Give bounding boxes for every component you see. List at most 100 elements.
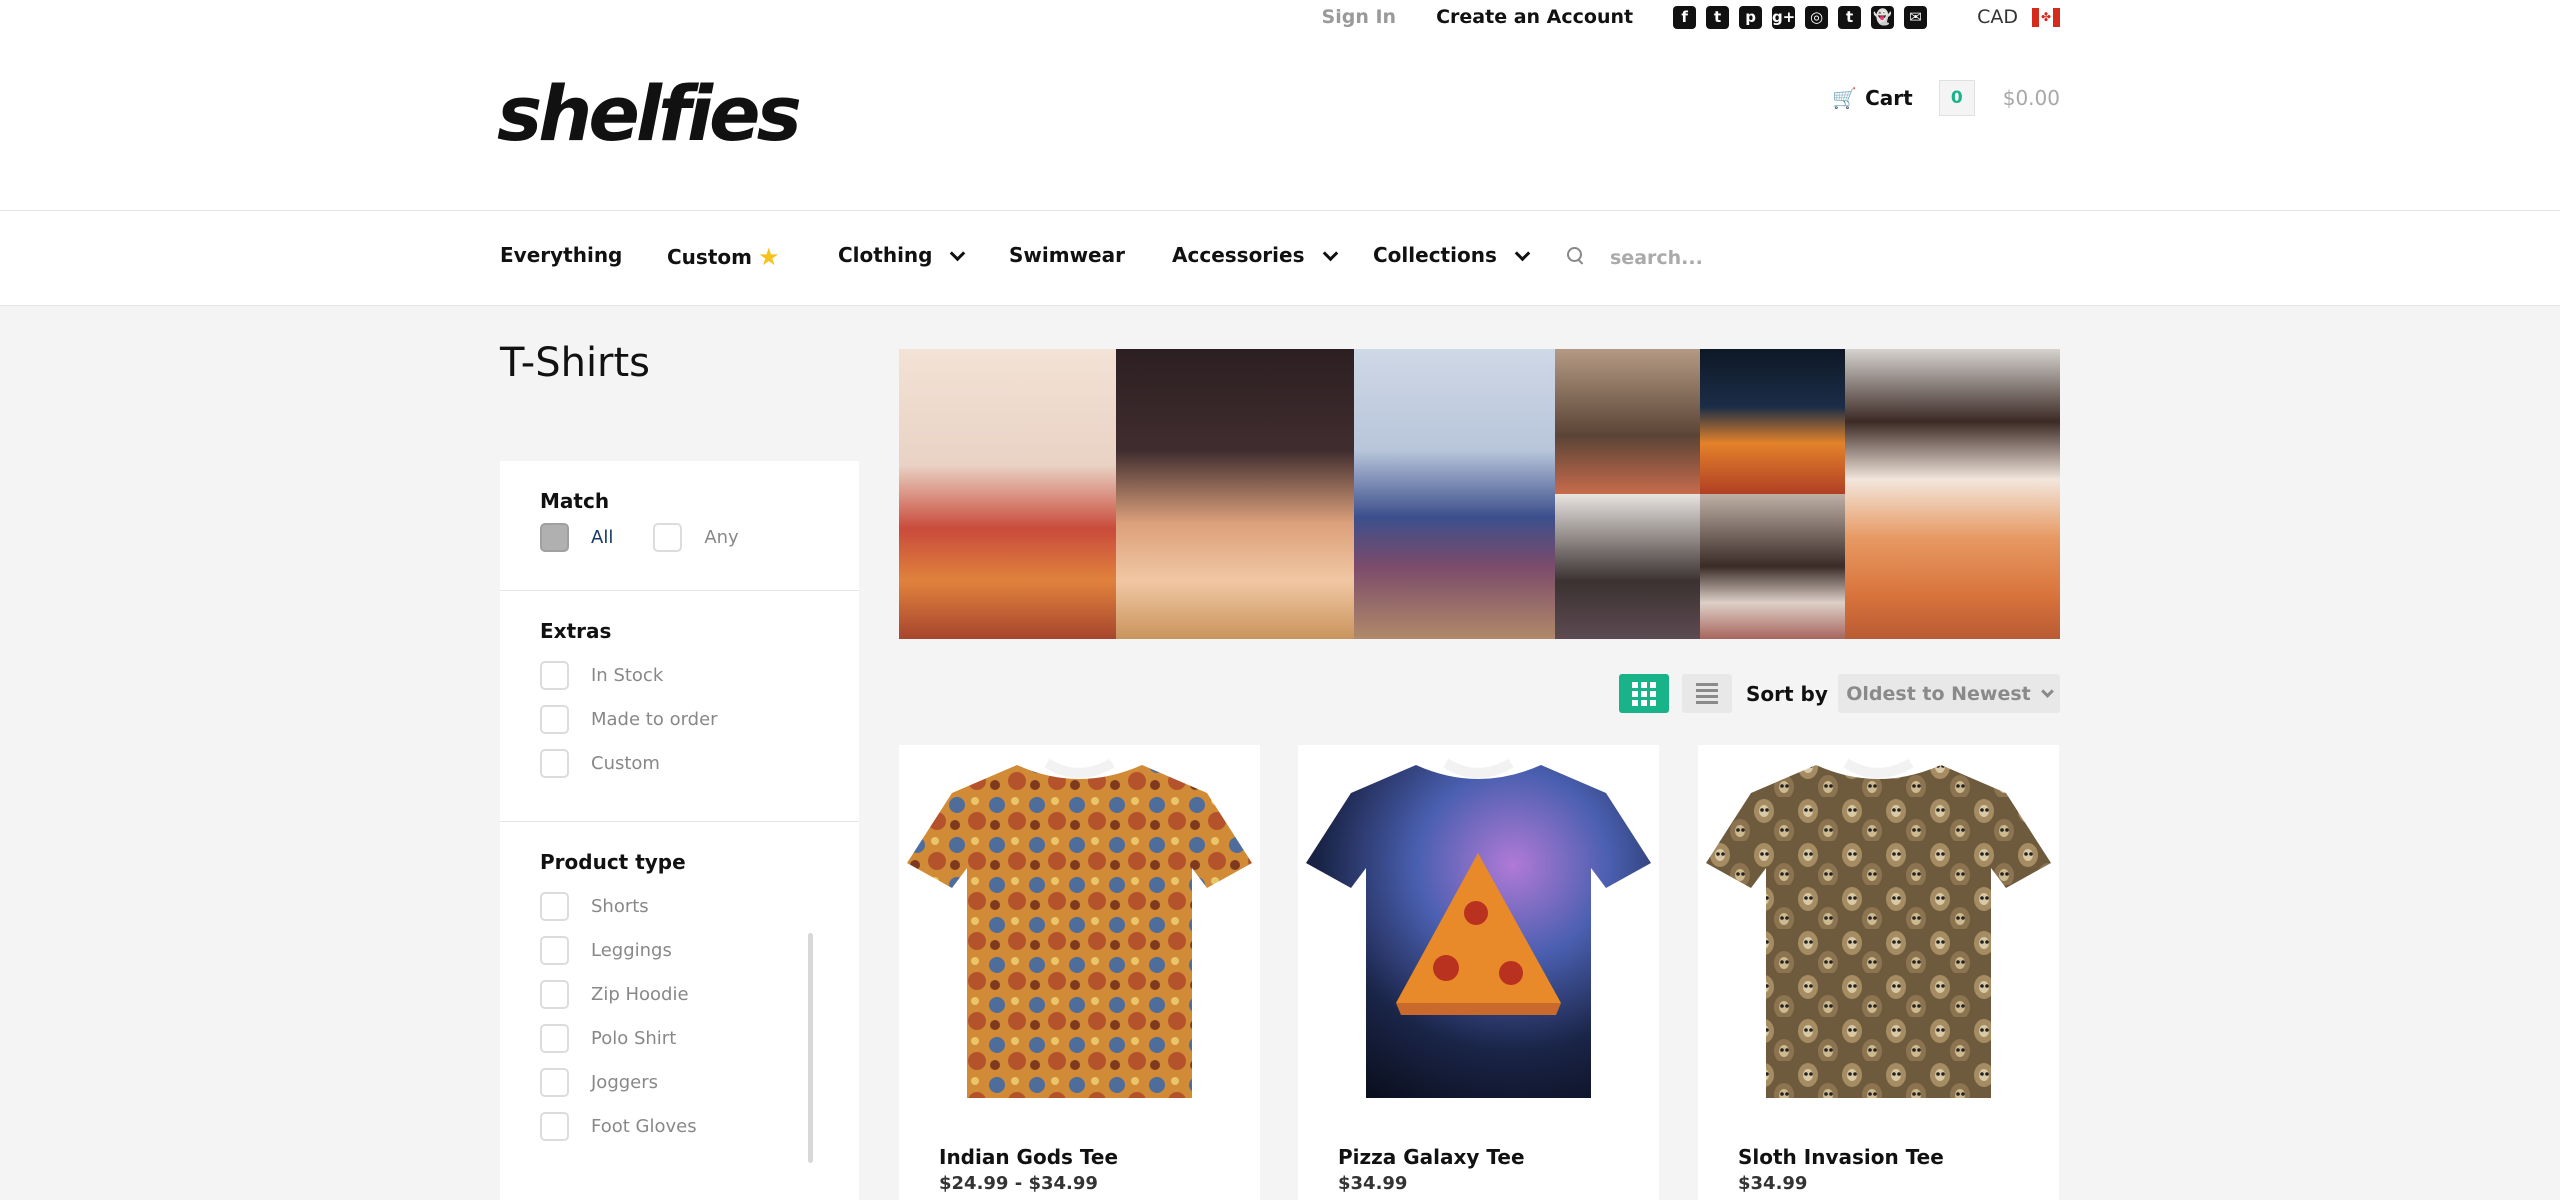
tumblr-icon[interactable]: t [1838,5,1862,29]
product-name[interactable]: Sloth Invasion Tee [1738,1145,1944,1169]
match-any-option[interactable]: Any [653,523,739,552]
match-all-option[interactable]: All [540,523,613,552]
product-image[interactable] [907,753,1252,1098]
filter-title: Extras [540,619,612,643]
cart-icon[interactable]: 🛒 [1832,86,1857,110]
nav-label: Clothing [838,243,933,267]
sort-label: Sort by [1746,682,1828,706]
site-logo[interactable]: shelfies [497,76,802,152]
filter-option-custom[interactable]: Custom [540,741,819,785]
checkbox[interactable] [540,1023,569,1053]
nav-everything[interactable]: Everything [500,243,622,267]
email-icon[interactable]: ✉ [1904,5,1928,29]
banner-photo [1700,349,1845,494]
chevron-down-icon [1514,245,1531,261]
banner-photo-grid [1555,349,1845,639]
checkbox[interactable] [653,523,683,552]
banner-photo [1845,349,2060,639]
nav-label: Swimwear [1009,243,1125,267]
filter-option-foot-gloves[interactable]: Foot Gloves [540,1104,819,1148]
search-icon[interactable] [1567,247,1585,265]
sign-in-link[interactable]: Sign In [1322,6,1397,28]
sort-select[interactable]: Oldest to Newest [1838,674,2060,713]
product-price: $34.99 [1738,1173,1808,1194]
cart-widget[interactable]: 🛒 Cart 0 $0.00 [1832,80,2060,116]
nav-label: Custom [667,245,752,269]
checkbox[interactable] [540,979,569,1009]
banner-photo [1354,349,1555,639]
checkbox[interactable] [540,1111,569,1141]
product-name[interactable]: Indian Gods Tee [939,1145,1118,1169]
product-card[interactable]: Sloth Invasion Tee $34.99 [1698,745,2059,1200]
google-plus-icon[interactable]: g+ [1772,5,1795,29]
product-name[interactable]: Pizza Galaxy Tee [1338,1145,1525,1169]
option-label: All [591,527,614,548]
banner-photo [1555,494,1700,639]
filter-option-leggings[interactable]: Leggings [540,928,819,972]
filter-option-joggers[interactable]: Joggers [540,1060,819,1104]
filter-option-in-stock[interactable]: In Stock [540,653,819,697]
option-label: Joggers [591,1071,659,1093]
option-label: Zip Hoodie [591,983,689,1005]
filter-scrollbar[interactable] [808,933,813,1163]
option-label: Made to order [591,708,718,730]
facebook-icon[interactable]: f [1673,5,1697,29]
currency-selector[interactable]: CAD [1977,6,2018,28]
option-label: Foot Gloves [591,1115,697,1137]
option-label: Leggings [591,939,672,961]
nav-swimwear[interactable]: Swimwear [1009,243,1125,267]
option-label: Shorts [591,895,649,917]
checkbox[interactable] [540,891,569,921]
product-price: $24.99 - $34.99 [939,1173,1098,1194]
create-account-link[interactable]: Create an Account [1436,6,1633,28]
nav-clothing[interactable]: Clothing [838,243,966,267]
filter-option-zip-hoodie[interactable]: Zip Hoodie [540,972,819,1016]
page-title: T-Shirts [500,340,651,386]
option-label: Custom [591,752,660,774]
nav-accessories[interactable]: Accessories [1172,243,1338,267]
product-card[interactable]: Pizza Galaxy Tee $34.99 [1298,745,1659,1200]
checkbox[interactable] [540,935,569,965]
main-nav: Everything Custom ★ Clothing Swimwear Acc… [0,211,2560,306]
site-header: Sign In Create an Account f t p g+ ◎ t 👻… [0,0,2560,211]
product-price: $34.99 [1338,1173,1408,1194]
canada-flag-icon[interactable]: ✤ [2032,7,2060,27]
grid-view-button[interactable] [1619,674,1669,713]
checkbox[interactable] [540,523,569,552]
banner-photo [1116,349,1354,639]
sort-value: Oldest to Newest [1846,682,2031,705]
filter-option-shorts[interactable]: Shorts [540,884,819,928]
product-image[interactable] [1306,753,1651,1098]
cart-label[interactable]: Cart [1865,86,1913,110]
option-label: Any [704,527,739,548]
twitter-icon[interactable]: t [1706,5,1730,29]
star-icon: ★ [757,243,780,271]
filter-option-polo-shirt[interactable]: Polo Shirt [540,1016,819,1060]
product-image[interactable] [1706,753,2051,1098]
filter-sidebar: Match All Any Extras In Stock Made to or… [500,461,859,1200]
nav-collections[interactable]: Collections [1373,243,1531,267]
chevron-down-icon [950,245,966,261]
nav-custom[interactable]: Custom ★ [667,243,779,271]
top-bar: Sign In Create an Account f t p g+ ◎ t 👻… [1322,5,2060,29]
collection-banner [899,349,2060,639]
nav-label: Accessories [1172,243,1305,267]
snapchat-icon[interactable]: 👻 [1871,5,1895,29]
list-view-button[interactable] [1682,674,1732,713]
banner-photo [1555,349,1700,494]
product-card[interactable]: Indian Gods Tee $24.99 - $34.99 [899,745,1260,1200]
nav-label: Everything [500,243,623,267]
filter-title: Match [540,489,610,513]
checkbox[interactable] [540,748,569,778]
option-label: In Stock [591,664,664,686]
checkbox[interactable] [540,704,569,734]
filter-option-made-to-order[interactable]: Made to order [540,697,819,741]
option-label: Polo Shirt [591,1027,677,1049]
checkbox[interactable] [540,660,569,690]
checkbox[interactable] [540,1067,569,1097]
banner-photo [1700,494,1845,639]
pinterest-icon[interactable]: p [1739,5,1763,29]
instagram-icon[interactable]: ◎ [1805,5,1829,29]
search-input[interactable] [1610,243,1910,273]
nav-label: Collections [1373,243,1497,267]
